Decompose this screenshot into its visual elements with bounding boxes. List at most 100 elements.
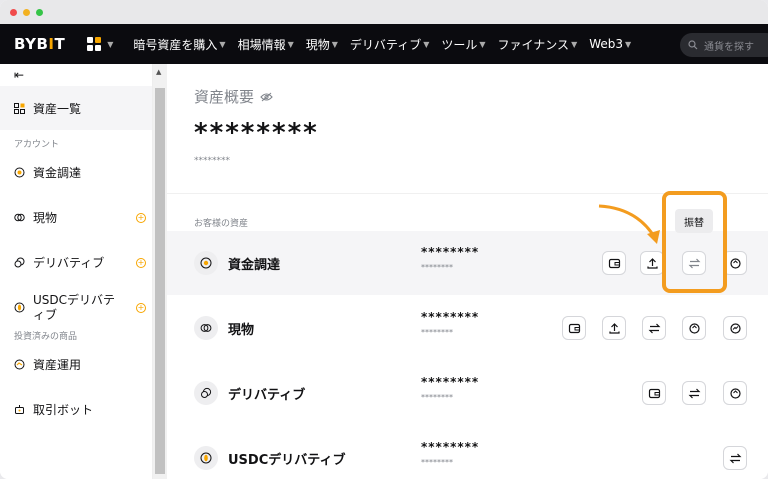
nav-spot[interactable]: 現物 ▼ [306, 36, 338, 53]
nav-tools[interactable]: ツール ▼ [441, 36, 485, 53]
nav-derivatives[interactable]: デリバティブ ▼ [350, 36, 429, 53]
account-row-usdc-derivatives: USDCデリバティブ ******** ******** [167, 426, 768, 479]
account-value: ******** ******** [421, 440, 479, 467]
scroll-up-icon[interactable]: ▲ [156, 68, 161, 76]
chevron-down-icon: ▼ [625, 39, 632, 49]
spot-icon [14, 213, 25, 222]
convert-icon [688, 322, 700, 334]
earn-icon [14, 359, 25, 370]
sidebar-item-asset-overview[interactable]: 資産一覧 [0, 86, 152, 130]
sidebar-item-earn[interactable]: 資産運用 [0, 342, 152, 387]
funding-icon [194, 251, 218, 275]
account-value: ******** ******** [421, 245, 479, 272]
sidebar-item-label: 資産一覧 [33, 101, 82, 116]
wallet-icon [608, 258, 620, 268]
sidebar-item-usdc-derivatives[interactable]: USDCデリバティブ + [0, 285, 152, 330]
chevron-down-icon: ▼ [219, 39, 226, 49]
scrollbar-thumb[interactable] [155, 88, 165, 474]
nav-label: Web3 [589, 37, 624, 51]
chevron-down-icon: ▼ [331, 39, 338, 49]
transfer-icon [688, 388, 700, 398]
trade-button[interactable] [723, 316, 747, 340]
account-balance-sub: ******** [421, 458, 453, 467]
maximize-window-button[interactable] [36, 8, 43, 16]
section-label-accounts: アカウント [14, 140, 60, 150]
apps-menu-button[interactable]: ▼ [87, 37, 113, 51]
bot-icon [15, 405, 24, 414]
browser-window: BYBIT ▼ 暗号資産を購入 ▼ 相場情報 ▼ 現物 ▼ デリバティブ ▼ ツール ▼ … [0, 0, 768, 479]
chevron-down-icon: ▼ [479, 39, 486, 49]
account-name[interactable]: 資金調達 [194, 251, 280, 275]
account-name[interactable]: 現物 [194, 316, 254, 340]
account-name-text: デリバティブ [228, 387, 306, 403]
sidebar: ⇤ 資産一覧 アカウント 資金調達 現物 + デリバティブ + USDCデリバテ… [0, 64, 153, 479]
usdc-icon [194, 446, 218, 470]
add-icon[interactable]: + [136, 212, 146, 223]
funding-icon [14, 167, 25, 178]
top-navigation: BYBIT ▼ 暗号資産を購入 ▼ 相場情報 ▼ 現物 ▼ デリバティブ ▼ ツール ▼ … [0, 24, 768, 64]
nav-web3[interactable]: Web3 ▼ [589, 37, 631, 51]
window-titlebar [0, 0, 768, 24]
account-balance: ******** [421, 310, 480, 324]
chevron-down-icon: ▼ [107, 39, 114, 49]
search-icon [688, 40, 698, 50]
convert-button[interactable] [723, 381, 747, 405]
account-value: ******** ******** [421, 310, 479, 337]
chevron-down-icon: ▼ [423, 39, 430, 49]
page-title-text: 資産概要 [194, 88, 255, 106]
transfer-icon [729, 453, 741, 463]
highlight-box [662, 191, 727, 293]
account-name[interactable]: USDCデリバティブ [194, 446, 345, 470]
sidebar-item-funding[interactable]: 資金調達 [0, 150, 152, 195]
bybit-logo[interactable]: BYBIT [14, 35, 65, 53]
sidebar-item-label: USDCデリバティブ [33, 292, 116, 322]
sidebar-item-derivatives[interactable]: デリバティブ + [0, 240, 152, 285]
transfer-button[interactable] [682, 381, 706, 405]
wallet-button[interactable] [642, 381, 666, 405]
account-name-text: 現物 [228, 322, 255, 338]
sidebar-item-label: 資金調達 [33, 166, 82, 180]
account-name-text: USDCデリバティブ [228, 452, 346, 468]
transfer-button[interactable] [642, 316, 666, 340]
nav-buy-crypto[interactable]: 暗号資産を購入 ▼ [133, 36, 225, 53]
search-input[interactable]: 通貨を探す [680, 33, 768, 57]
sidebar-item-spot[interactable]: 現物 + [0, 195, 152, 240]
apps-grid-icon [87, 37, 102, 51]
main-content: 資産概要 ******** ******** お客様の資産 資金調達 *****… [167, 64, 768, 479]
wallet-button[interactable] [602, 251, 626, 275]
account-balance: ******** [421, 245, 480, 259]
withdraw-button[interactable] [640, 251, 664, 275]
nav-label: ツール [441, 37, 478, 52]
wallet-button[interactable] [562, 316, 586, 340]
transfer-button[interactable] [723, 446, 747, 470]
chevron-down-icon: ▼ [571, 39, 578, 49]
nav-markets[interactable]: 相場情報 ▼ [238, 36, 294, 53]
nav-label: ファイナンス [497, 37, 570, 52]
account-value: ******** ******** [421, 375, 479, 402]
menu-collapse-icon[interactable]: ⇤ [0, 64, 152, 86]
nav-finance[interactable]: ファイナンス ▼ [498, 36, 578, 53]
nav-label: デリバティブ [349, 37, 422, 52]
add-icon[interactable]: + [136, 257, 146, 268]
convert-button[interactable] [682, 316, 706, 340]
add-icon[interactable]: + [136, 302, 146, 313]
derivatives-icon [14, 257, 25, 268]
minimize-window-button[interactable] [23, 8, 30, 16]
account-balance-sub: ******** [421, 393, 453, 402]
sidebar-item-label: 取引ボット [33, 403, 94, 417]
account-row-derivatives: デリバティブ ******** ******** [167, 361, 768, 425]
close-window-button[interactable] [10, 8, 17, 16]
account-balance: ******** [421, 440, 480, 454]
sidebar-item-trading-bot[interactable]: 取引ボット [0, 387, 152, 432]
trade-icon [729, 322, 741, 334]
sidebar-item-label: 資産運用 [33, 358, 82, 372]
withdraw-button[interactable] [602, 316, 626, 340]
account-balance-sub: ******** [421, 328, 453, 337]
account-name-text: 資金調達 [228, 257, 281, 273]
wallet-icon [568, 323, 580, 333]
account-name[interactable]: デリバティブ [194, 381, 305, 405]
account-balance-sub: ******** [421, 263, 453, 272]
sidebar-scrollbar[interactable]: ▲ [153, 64, 167, 479]
total-balance: ******** [194, 118, 319, 148]
eye-off-icon[interactable] [260, 92, 273, 102]
